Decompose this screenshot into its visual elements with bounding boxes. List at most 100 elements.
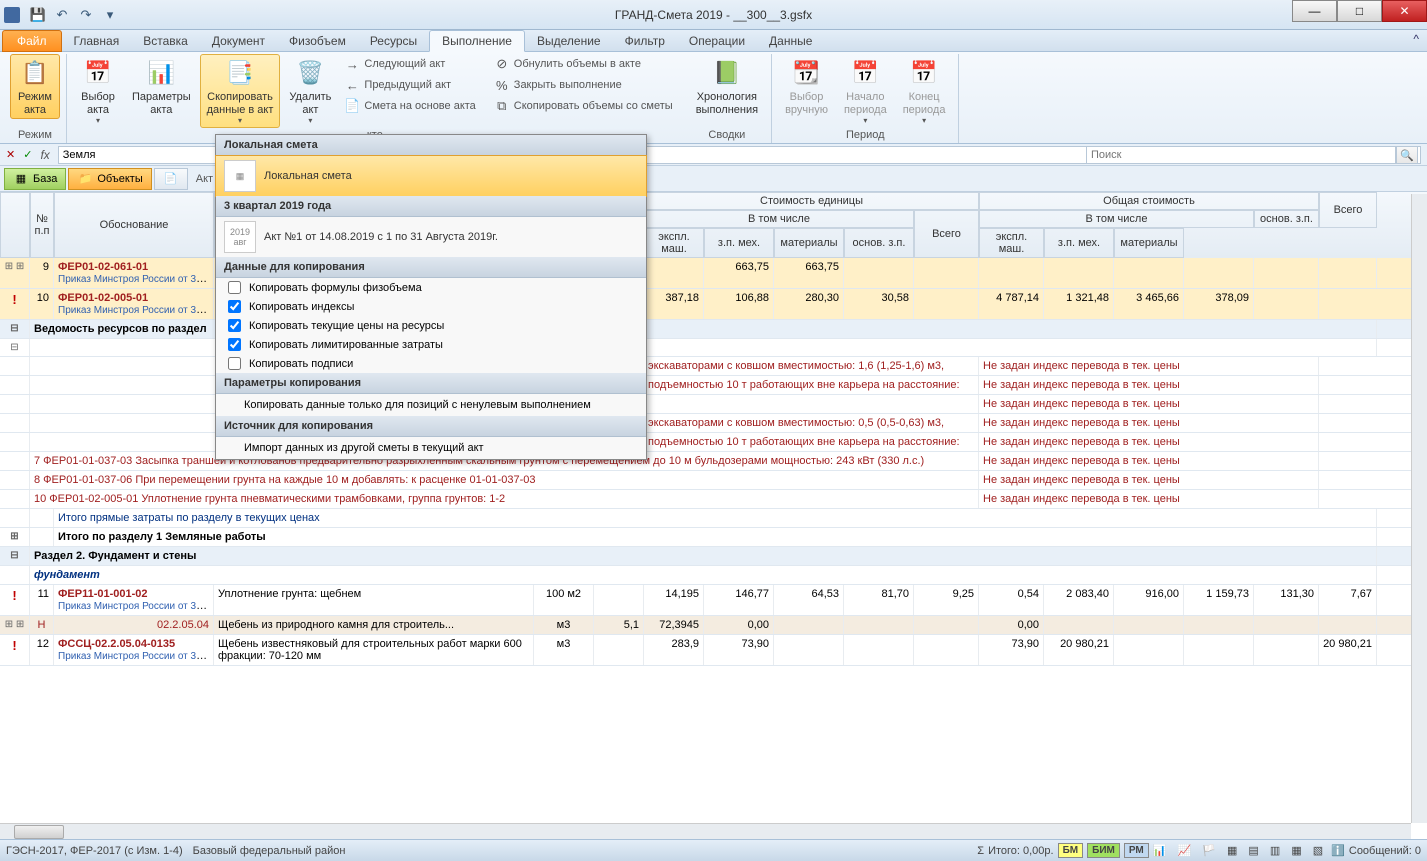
check-formulas[interactable]: Копировать формулы физобъема bbox=[216, 278, 646, 297]
tab-vypolnenie[interactable]: Выполнение bbox=[429, 30, 525, 52]
table-row[interactable]: ⊞ ⊞ Н 02.2.05.04 Щебень из природного ка… bbox=[0, 616, 1427, 635]
file-tab[interactable]: Файл bbox=[2, 30, 62, 52]
maximize-button[interactable]: □ bbox=[1337, 0, 1382, 22]
dd-nonzero-only[interactable]: Копировать данные только для позиций с н… bbox=[216, 394, 646, 416]
save-button[interactable]: 💾 bbox=[28, 5, 48, 25]
prev-act-button[interactable]: ←Предыдущий акт bbox=[340, 75, 479, 95]
dd-item-local-estimate[interactable]: ▦ Локальная смета bbox=[215, 155, 647, 197]
copy-volumes-button[interactable]: ⧉Скопировать объемы со сметы bbox=[490, 96, 677, 116]
table-row[interactable]: 8 ФЕР01-01-037-06 При перемещении грунта… bbox=[0, 471, 1427, 490]
ribbon-body: 📋 Режим акта Режим 📅 Выбор акта▾ 📊 Парам… bbox=[0, 52, 1427, 144]
table-row[interactable]: 10 ФЕР01-02-005-01 Уплотнение грунта пне… bbox=[0, 490, 1427, 509]
tab-operatsii[interactable]: Операции bbox=[677, 31, 757, 51]
start-icon: 📅 bbox=[849, 57, 881, 89]
tree-toggle[interactable]: ⊞ ⊞ bbox=[0, 258, 30, 288]
tab-fizobem[interactable]: Физобъем bbox=[277, 31, 358, 51]
horizontal-scrollbar[interactable] bbox=[0, 823, 1411, 839]
table-row[interactable]: ! 11 ФЕР11-01-001-02Приказ Минстроя Росс… bbox=[0, 585, 1427, 616]
tab-vstavka[interactable]: Вставка bbox=[131, 31, 200, 51]
col-incl1: В том числе bbox=[644, 210, 914, 228]
search-button[interactable]: 🔍 bbox=[1396, 146, 1418, 164]
col-eks2: экспл. маш. bbox=[979, 228, 1044, 258]
doc-button[interactable]: 📄 bbox=[154, 168, 188, 190]
undo-button[interactable]: ↶ bbox=[52, 5, 72, 25]
messages-icon[interactable]: ℹ️ bbox=[1331, 844, 1345, 857]
table-row[interactable]: ⊞ Итого по разделу 1 Земляные работы bbox=[0, 528, 1427, 547]
dd-item-act1[interactable]: 2019авг Акт №1 от 14.08.2019 с 1 по 31 А… bbox=[216, 217, 646, 257]
delete-act-button[interactable]: 🗑️ Удалить акт▾ bbox=[282, 54, 338, 128]
search-input[interactable] bbox=[1086, 146, 1396, 164]
minimize-button[interactable]: — bbox=[1292, 0, 1337, 22]
badge-bim[interactable]: БИМ bbox=[1087, 843, 1120, 858]
period-end-button[interactable]: 📅 Конец периода▾ bbox=[896, 54, 953, 128]
tree-toggle[interactable]: ⊟ bbox=[0, 339, 30, 356]
check-indexes[interactable]: Копировать индексы bbox=[216, 297, 646, 316]
tree-toggle[interactable]: ! bbox=[0, 635, 30, 665]
warning-icon: ! bbox=[12, 292, 16, 307]
col-osn1: основ. з.п. bbox=[1254, 210, 1319, 228]
accept-formula[interactable]: ✓ bbox=[23, 148, 32, 161]
tree-toggle[interactable]: ⊞ ⊞ bbox=[0, 616, 30, 634]
col-tree bbox=[0, 192, 30, 258]
manual-select-button[interactable]: 📆 Выбор вручную bbox=[778, 54, 835, 119]
estimate-from-act-button[interactable]: 📄Смета на основе акта bbox=[340, 96, 479, 116]
tab-filtr[interactable]: Фильтр bbox=[613, 31, 677, 51]
scroll-thumb[interactable] bbox=[14, 825, 64, 839]
delete-icon: 🗑️ bbox=[294, 57, 326, 89]
sigma-icon: Σ bbox=[977, 845, 984, 857]
choose-act-button[interactable]: 📅 Выбор акта▾ bbox=[73, 54, 123, 128]
col-zpm2: з.п. мех. bbox=[1044, 228, 1114, 258]
tab-vydelenie[interactable]: Выделение bbox=[525, 31, 613, 51]
chronology-button[interactable]: 📗 Хронология выполнения bbox=[689, 54, 765, 119]
manual-icon: 📆 bbox=[791, 57, 823, 89]
arrow-left-icon: ← bbox=[344, 77, 360, 93]
check-limited[interactable]: Копировать лимитированные затраты bbox=[216, 335, 646, 354]
badge-rm[interactable]: РМ bbox=[1124, 843, 1149, 858]
warning-icon: ! bbox=[12, 588, 16, 603]
dd-import-other[interactable]: Импорт данных из другой сметы в текущий … bbox=[216, 437, 646, 459]
next-act-button[interactable]: →Следующий акт bbox=[340, 54, 479, 74]
status-region: Базовый федеральный район bbox=[193, 845, 346, 857]
close-button[interactable]: ✕ bbox=[1382, 0, 1427, 22]
col-totalcost: Общая стоимость bbox=[979, 192, 1319, 210]
messages-count: Сообщений: 0 bbox=[1349, 845, 1421, 857]
check-prices[interactable]: Копировать текущие цены на ресурсы bbox=[216, 316, 646, 335]
warning-icon: ! bbox=[12, 638, 16, 653]
tab-resursy[interactable]: Ресурсы bbox=[358, 31, 429, 51]
reset-volumes-button[interactable]: ⊘Обнулить объемы в акте bbox=[490, 54, 677, 74]
table-row[interactable]: ! 12 ФССЦ-02.2.05.04-0135Приказ Минстроя… bbox=[0, 635, 1427, 666]
table-row[interactable]: фундамент bbox=[0, 566, 1427, 585]
tree-toggle[interactable]: ! bbox=[0, 289, 30, 319]
chronology-icon: 📗 bbox=[711, 57, 743, 89]
tree-toggle[interactable]: ⊟ bbox=[0, 547, 30, 565]
table-row[interactable]: Итого прямые затраты по разделу в текущи… bbox=[0, 509, 1427, 528]
table-row[interactable]: ⊟ Раздел 2. Фундамент и стены bbox=[0, 547, 1427, 566]
act-params-button[interactable]: 📊 Параметры акта bbox=[125, 54, 198, 119]
check-signatures[interactable]: Копировать подписи bbox=[216, 354, 646, 373]
tab-dannye[interactable]: Данные bbox=[757, 31, 824, 51]
status-icons[interactable]: 📊 📈 🏳️ ▦ ▤ ▥ ▦ ▧ bbox=[1153, 844, 1327, 857]
tree-toggle[interactable]: ⊞ bbox=[0, 528, 30, 546]
col-incl2: В том числе bbox=[979, 210, 1254, 228]
group-act: 📅 Выбор акта▾ 📊 Параметры акта 📑 Скопиро… bbox=[67, 54, 683, 143]
cancel-formula[interactable]: ✕ bbox=[6, 148, 15, 161]
base-button[interactable]: ▦База bbox=[4, 168, 66, 190]
help-button[interactable]: ^ bbox=[1413, 32, 1419, 46]
objects-button[interactable]: 📁Объекты bbox=[68, 168, 151, 190]
copy-to-act-button[interactable]: 📑 Скопировать данные в акт▾ bbox=[200, 54, 281, 128]
close-exec-button[interactable]: %Закрыть выполнение bbox=[490, 75, 677, 95]
badge-bm[interactable]: БМ bbox=[1058, 843, 1084, 858]
act-mode-button[interactable]: 📋 Режим акта bbox=[10, 54, 60, 119]
period-start-button[interactable]: 📅 Начало периода▾ bbox=[837, 54, 894, 128]
tab-dokument[interactable]: Документ bbox=[200, 31, 277, 51]
qat-more-button[interactable]: ▾ bbox=[100, 5, 120, 25]
folder-icon: 📁 bbox=[77, 171, 93, 187]
tree-toggle[interactable]: ⊟ bbox=[0, 320, 30, 338]
group-period: 📆 Выбор вручную 📅 Начало периода▾ 📅 Коне… bbox=[772, 54, 959, 143]
tab-glavnaya[interactable]: Главная bbox=[62, 31, 132, 51]
redo-button[interactable]: ↷ bbox=[76, 5, 96, 25]
search-box: 🔍 bbox=[1086, 146, 1421, 164]
tree-toggle[interactable]: ! bbox=[0, 585, 30, 615]
vertical-scrollbar[interactable] bbox=[1411, 194, 1427, 823]
col-zpm1: з.п. мех. bbox=[704, 228, 774, 258]
